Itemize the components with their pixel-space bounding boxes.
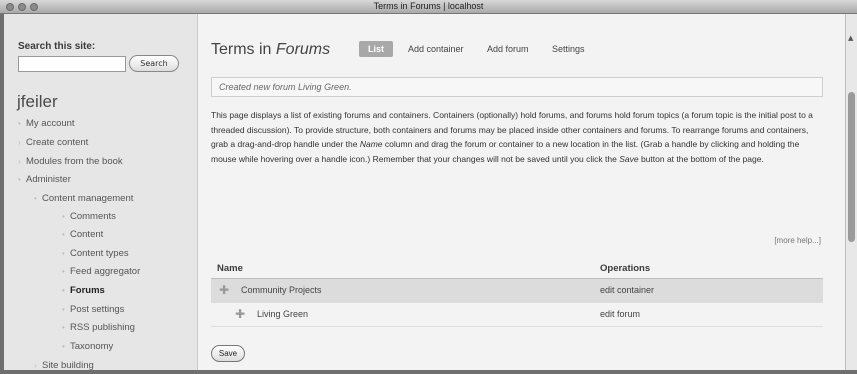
sidebar-item-label: Site building (42, 360, 94, 370)
sidebar-item-label: Create content (26, 137, 89, 148)
more-help-link[interactable]: [more help...] (774, 236, 821, 245)
bullet-icon: • (62, 230, 65, 239)
bullet-icon: • (18, 119, 21, 128)
tab-settings[interactable]: Settings (552, 44, 585, 54)
sidebar-item-content[interactable]: • Content (62, 229, 103, 240)
sidebar-item-label: My account (26, 118, 75, 129)
help-text-name-emphasis: Name (359, 139, 383, 149)
sidebar-item-label: Content management (42, 193, 134, 204)
scroll-up-icon[interactable]: ▲ (848, 34, 856, 42)
scrollbar-thumb[interactable] (848, 92, 855, 242)
sidebar-item-comments[interactable]: • Comments (62, 211, 116, 222)
forum-name-cell: Living Green (257, 309, 309, 319)
sidebar-item-content-types[interactable]: • Content types (62, 248, 129, 259)
page-title-prefix: Terms in (211, 41, 276, 58)
search-input[interactable] (18, 56, 126, 72)
sidebar-item-label: Post settings (70, 304, 125, 315)
bullet-icon: • (62, 249, 65, 258)
forums-table: Name Operations ✚ Community Projects edi… (211, 258, 823, 327)
bullet-icon: › (18, 157, 21, 166)
sidebar-item-modules-from-the-book[interactable]: › Modules from the book (18, 156, 123, 167)
window-frame-bottom (0, 370, 857, 374)
bullet-icon: • (62, 286, 65, 295)
search-button[interactable]: Search (129, 55, 179, 72)
vertical-scrollbar[interactable]: ▲ (845, 14, 857, 370)
table-row: ✚ Living Green edit forum (211, 303, 823, 327)
save-button[interactable]: Save (211, 345, 245, 362)
help-text-save-emphasis: Save (619, 153, 639, 164)
status-message-suffix: . (349, 82, 352, 92)
status-message-prefix: Created new forum (219, 82, 299, 92)
sidebar-item-administer[interactable]: • Administer (18, 174, 71, 185)
edit-container-link[interactable]: edit container (600, 285, 654, 295)
sidebar-item-label: Administer (26, 174, 71, 185)
sidebar-item-post-settings[interactable]: • Post settings (62, 304, 124, 315)
sidebar-item-taxonomy[interactable]: • Taxonomy (62, 341, 113, 352)
page-title: Terms in Forums (211, 41, 330, 59)
table-header: Name Operations (211, 258, 823, 279)
tab-add-container[interactable]: Add container (408, 44, 464, 54)
table-row: ✚ Community Projects edit container (211, 279, 823, 303)
sidebar-item-rss-publishing[interactable]: • RSS publishing (62, 322, 135, 333)
sidebar-item-label: Forums (70, 285, 105, 296)
sidebar-item-create-content[interactable]: › Create content (18, 137, 88, 148)
window-title: Terms in Forums | localhost (373, 1, 484, 11)
page-title-emphasis: Forums (275, 41, 331, 58)
sidebar-item-label: RSS publishing (70, 322, 135, 333)
forum-name-cell: Community Projects (241, 285, 322, 295)
username-heading: jfeiler (17, 92, 58, 111)
sidebar-item-site-building[interactable]: › Site building (34, 360, 94, 370)
sidebar-item-label: Feed aggregator (70, 266, 141, 277)
sidebar-item-label: Taxonomy (70, 341, 114, 352)
sidebar-item-label: Modules from the book (26, 156, 123, 167)
bullet-icon: • (18, 175, 21, 184)
sidebar: Search this site: Search jfeiler • My acc… (4, 14, 198, 370)
column-header-operations: Operations (600, 263, 651, 274)
help-description: This page displays a list of existing fo… (211, 108, 825, 166)
drag-handle-icon[interactable]: ✚ (235, 307, 245, 321)
help-text-part: button at the bottom of the page. (638, 153, 764, 164)
bullet-icon: › (34, 361, 37, 370)
status-message-forum-name: Living Green (298, 82, 350, 92)
sidebar-item-feed-aggregator[interactable]: • Feed aggregator (62, 266, 140, 277)
sidebar-item-content-management[interactable]: • Content management (34, 193, 133, 204)
edit-forum-link[interactable]: edit forum (600, 309, 640, 319)
sidebar-item-my-account[interactable]: • My account (18, 118, 75, 129)
column-header-name: Name (217, 263, 243, 274)
window-titlebar: Terms in Forums | localhost (0, 0, 857, 14)
sidebar-item-label: Content (70, 229, 104, 240)
bullet-icon: › (18, 138, 21, 147)
bullet-icon: • (62, 212, 65, 221)
search-label: Search this site: (18, 41, 96, 52)
bullet-icon: • (62, 305, 65, 314)
bullet-icon: • (62, 267, 65, 276)
sidebar-item-label: Content types (70, 248, 129, 259)
tab-add-forum[interactable]: Add forum (487, 44, 529, 54)
sidebar-item-forums[interactable]: • Forums (62, 285, 105, 296)
status-message: Created new forum Living Green. (211, 77, 823, 97)
sidebar-item-label: Comments (70, 211, 116, 222)
tab-list[interactable]: List (359, 41, 394, 57)
main-content: Terms in Forums List Add container Add f… (198, 14, 845, 370)
bullet-icon: • (62, 342, 65, 351)
drag-handle-icon[interactable]: ✚ (219, 283, 229, 297)
bullet-icon: • (62, 323, 65, 332)
bullet-icon: • (34, 194, 37, 203)
